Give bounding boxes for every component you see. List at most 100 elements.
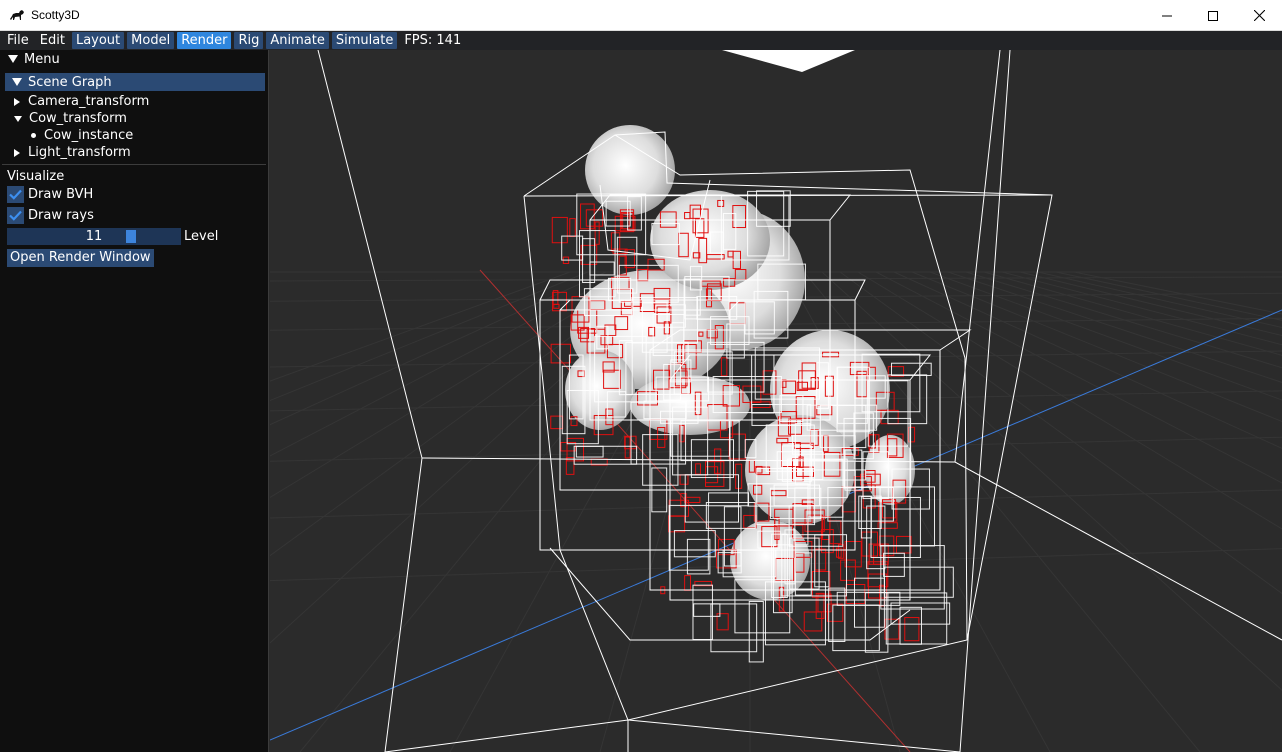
grid-line bbox=[965, 271, 1282, 369]
menu-panel-title: Menu bbox=[24, 51, 60, 67]
ray-box bbox=[895, 535, 912, 554]
title-bar: Scotty3D bbox=[0, 0, 1282, 31]
dog-icon bbox=[10, 10, 24, 20]
ray-box bbox=[803, 611, 823, 632]
ray-box bbox=[569, 218, 576, 237]
window-title: Scotty3D bbox=[31, 8, 80, 22]
menu-edit[interactable]: Edit bbox=[36, 32, 69, 49]
side-panel: Menu Scene Graph Camera_transform Cow_tr… bbox=[0, 50, 269, 752]
menu-simulate[interactable]: Simulate bbox=[331, 32, 398, 49]
grid-line bbox=[270, 271, 571, 382]
draw-rays-label: Draw rays bbox=[28, 208, 94, 223]
bvh-box bbox=[883, 552, 905, 577]
ray-box bbox=[720, 357, 728, 377]
draw-bvh-checkbox[interactable] bbox=[7, 186, 24, 203]
menu-model[interactable]: Model bbox=[127, 32, 175, 49]
ray-box bbox=[551, 216, 568, 244]
ray-box bbox=[679, 474, 689, 485]
level-slider[interactable]: 11 bbox=[7, 228, 181, 245]
outer-bbox-line bbox=[954, 50, 1001, 463]
level-slider-value: 11 bbox=[85, 229, 103, 244]
bvh-box bbox=[575, 445, 604, 458]
ray-box bbox=[624, 436, 631, 459]
tree-node-light-transform[interactable]: Light_transform bbox=[0, 144, 268, 161]
bvh-box bbox=[693, 603, 721, 617]
draw-rays-row[interactable]: Draw rays bbox=[0, 205, 268, 226]
bvh-box bbox=[690, 439, 735, 479]
ray-box bbox=[610, 232, 621, 252]
draw-rays-checkbox[interactable] bbox=[7, 207, 24, 224]
ray-box bbox=[668, 515, 686, 533]
cow-surface bbox=[865, 435, 915, 505]
light-fixture bbox=[722, 50, 855, 72]
bvh-box bbox=[899, 606, 922, 645]
ray-box bbox=[908, 426, 916, 443]
collapse-triangle-icon bbox=[8, 55, 18, 63]
minimize-button[interactable] bbox=[1144, 0, 1190, 31]
level-row: 11 Level bbox=[0, 226, 268, 247]
ray-box bbox=[580, 203, 595, 230]
bvh-box bbox=[684, 474, 739, 523]
menu-animate[interactable]: Animate bbox=[266, 32, 329, 49]
bullet-icon bbox=[31, 133, 36, 138]
bvh-box bbox=[885, 592, 948, 645]
close-button[interactable] bbox=[1236, 0, 1282, 31]
menu-bar: File Edit Layout Model Render Rig Animat… bbox=[0, 31, 1282, 50]
collapse-triangle-icon[interactable] bbox=[14, 115, 22, 122]
grid-line bbox=[947, 271, 1282, 383]
menu-layout[interactable]: Layout bbox=[71, 32, 125, 49]
open-render-window-button[interactable]: Open Render Window bbox=[7, 249, 154, 267]
menu-rig[interactable]: Rig bbox=[234, 32, 264, 49]
grid-line bbox=[1073, 271, 1282, 315]
draw-bvh-row[interactable]: Draw BVH bbox=[0, 184, 268, 205]
ray-box bbox=[879, 584, 885, 607]
maximize-icon bbox=[1208, 10, 1218, 21]
minimize-icon bbox=[1162, 15, 1172, 16]
menu-render[interactable]: Render bbox=[177, 32, 232, 49]
menu-panel-header[interactable]: Menu bbox=[0, 50, 268, 68]
ray-box bbox=[695, 463, 701, 475]
menu-file[interactable]: File bbox=[3, 32, 33, 49]
bvh-box bbox=[891, 362, 932, 376]
close-icon bbox=[1253, 10, 1265, 21]
tree-node-cow-instance[interactable]: Cow_instance bbox=[0, 127, 268, 144]
tree-node-label: Cow_instance bbox=[44, 128, 134, 143]
expand-triangle-icon[interactable] bbox=[14, 148, 20, 157]
checkmark-icon bbox=[9, 189, 22, 200]
maximize-button[interactable] bbox=[1190, 0, 1236, 31]
grid-line bbox=[875, 271, 1282, 484]
grid-line bbox=[839, 271, 1282, 595]
tree-node-cow-transform[interactable]: Cow_transform bbox=[0, 110, 268, 127]
expand-triangle-icon[interactable] bbox=[14, 97, 20, 106]
ray-box bbox=[904, 617, 920, 642]
bvh-box bbox=[708, 492, 750, 507]
visualize-label: Visualize bbox=[7, 168, 65, 184]
ray-box bbox=[884, 618, 900, 640]
bvh-box bbox=[832, 604, 880, 652]
scene-graph-title: Scene Graph bbox=[28, 74, 112, 90]
fps-counter: FPS: 141 bbox=[404, 33, 462, 48]
grid-line bbox=[983, 271, 1282, 356]
ray-box bbox=[550, 415, 564, 430]
ray-box bbox=[845, 583, 866, 604]
grid-line bbox=[857, 271, 1282, 530]
ray-box bbox=[684, 575, 692, 591]
ray-box bbox=[826, 603, 844, 622]
bvh-box bbox=[880, 545, 945, 610]
3d-viewport[interactable] bbox=[270, 50, 1282, 752]
scene-graph-header[interactable]: Scene Graph bbox=[5, 73, 265, 91]
tree-node-camera-transform[interactable]: Camera_transform bbox=[0, 93, 268, 110]
tree-node-label: Camera_transform bbox=[28, 94, 150, 109]
tree-node-label: Light_transform bbox=[28, 145, 131, 160]
bvh-box bbox=[692, 584, 713, 641]
grid-line bbox=[929, 271, 1282, 401]
scene-canvas[interactable] bbox=[270, 50, 1282, 752]
tree-node-label: Cow_transform bbox=[29, 111, 127, 126]
window-controls bbox=[1144, 0, 1282, 31]
grid-line bbox=[893, 271, 1282, 449]
cow-surface bbox=[730, 520, 810, 600]
level-label: Level bbox=[184, 229, 219, 244]
collapse-triangle-icon bbox=[12, 78, 22, 86]
ray-box bbox=[594, 221, 600, 245]
draw-bvh-label: Draw BVH bbox=[28, 187, 94, 202]
